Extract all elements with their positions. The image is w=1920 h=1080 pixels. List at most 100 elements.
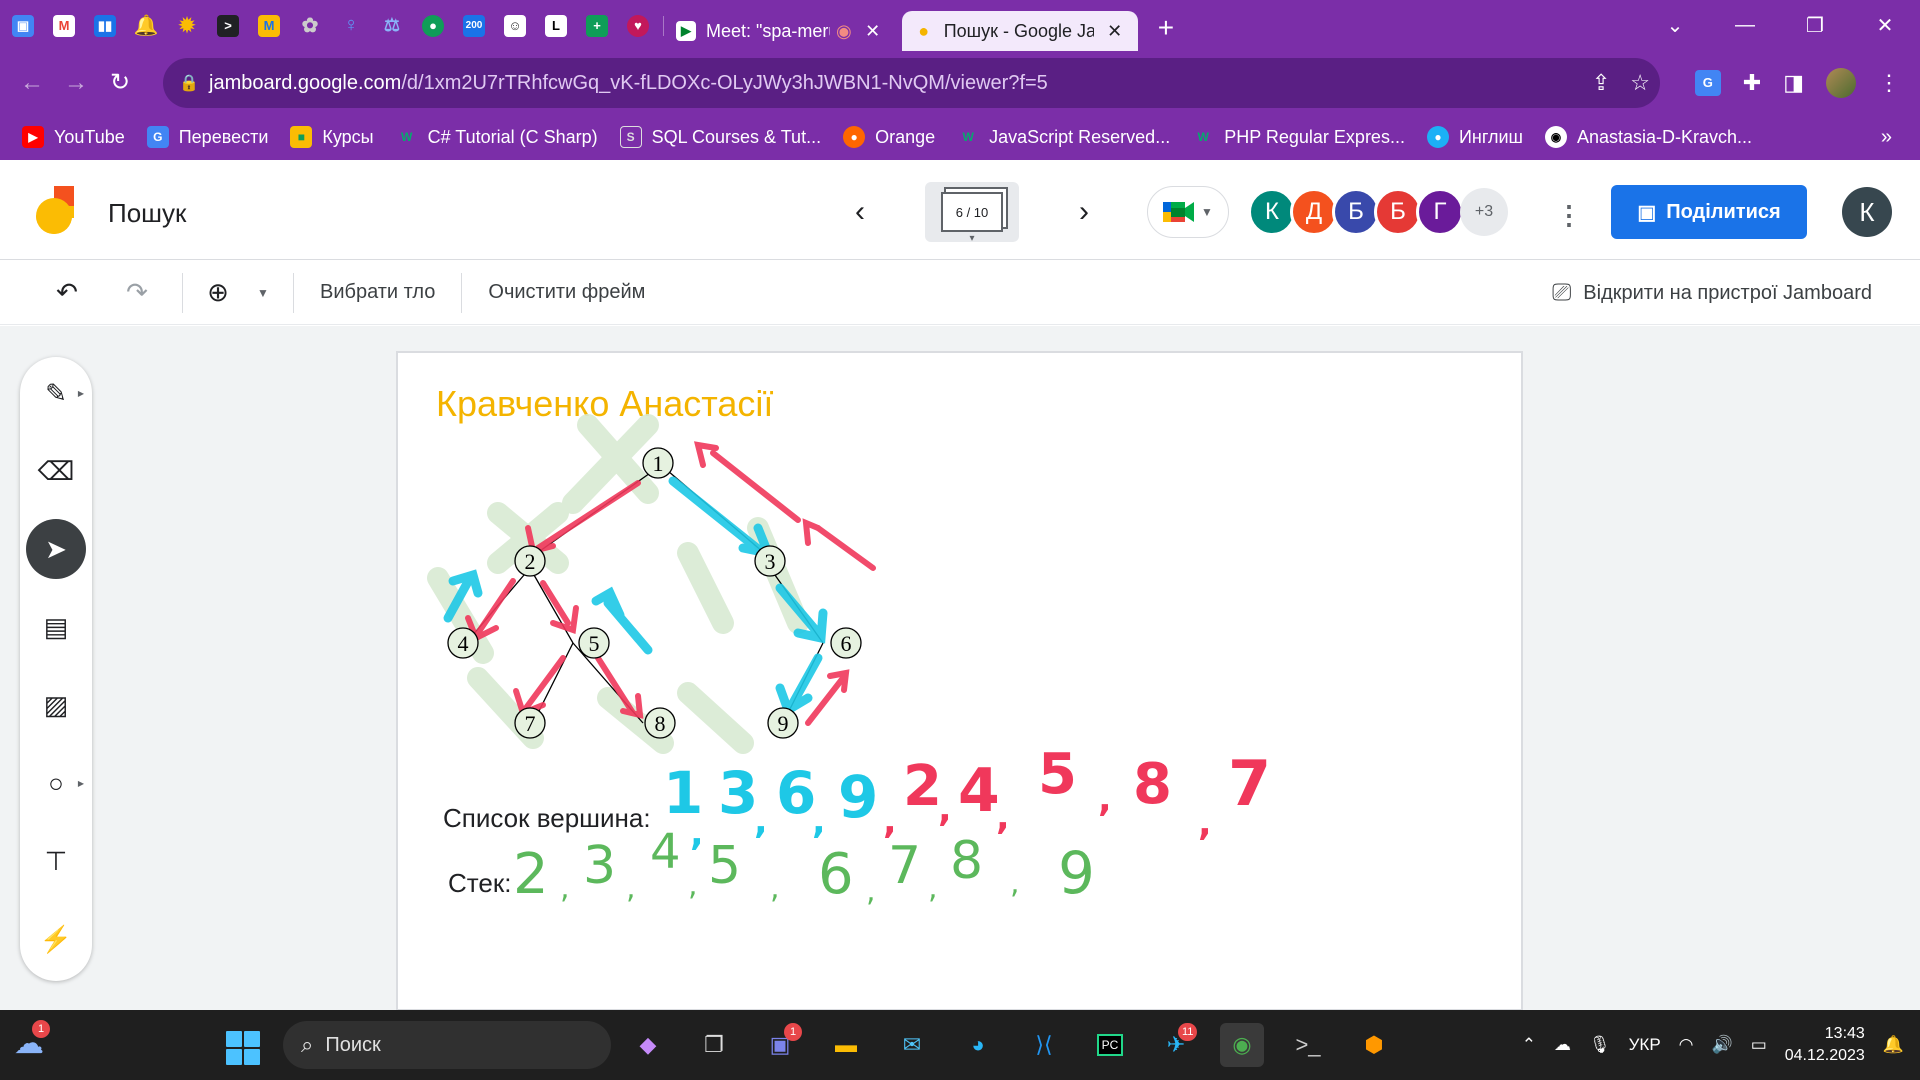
weather-widget[interactable]: ☁ 1 [14,1020,52,1064]
select-tool[interactable]: ➤ [26,519,86,579]
next-frame-icon[interactable]: › [1064,195,1104,229]
side-panel-icon[interactable]: ◨ [1783,70,1804,96]
tab-jamboard[interactable]: ● Пошук - Google Jamboard ✕ [901,11,1138,51]
user-avatar[interactable]: К [1842,187,1892,237]
collaborator-avatar[interactable]: Б [1332,188,1380,236]
undo-icon[interactable]: ↶ [32,277,102,308]
collaborator-avatar[interactable]: Д [1290,188,1338,236]
prev-frame-icon[interactable]: ‹ [840,195,880,229]
notification-bell-icon[interactable]: 🔔 [1883,1035,1904,1055]
text-box-tool[interactable]: ⊤ [26,831,86,891]
pen-tool[interactable]: ✎ ▶ [26,363,86,423]
volume-icon[interactable]: 🔊 [1712,1035,1733,1055]
redo-icon[interactable]: ↷ [102,277,172,308]
profile-avatar[interactable] [1826,67,1856,98]
bookmark-csharp[interactable]: W C# Tutorial (C Sharp) [396,126,598,148]
pinned-tab[interactable]: ☺ [497,8,533,44]
open-on-device-button[interactable]: ⎚ Відкрити на пристрої Jamboard [1552,261,1872,325]
forward-icon[interactable]: → [54,69,98,97]
taskbar-vpn[interactable]: ⬢ [1352,1023,1396,1067]
chevron-up-icon[interactable]: ⌃ [1522,1035,1536,1055]
tree-node-6[interactable]: 6 [830,627,862,659]
language-indicator[interactable]: УКР [1629,1035,1661,1055]
start-button[interactable] [226,1031,260,1065]
tree-node-7[interactable]: 7 [514,707,546,739]
zoom-dropdown-icon[interactable]: ▼ [243,286,283,300]
pinned-tab[interactable]: > [210,8,246,44]
pinned-tab[interactable]: ✿ [292,8,328,44]
pinned-tab[interactable]: M [46,8,82,44]
taskbar-explorer[interactable]: ▬ [824,1023,868,1067]
taskbar-telegram[interactable]: ✈ 11 [1154,1023,1198,1067]
pinned-tab[interactable]: M [251,8,287,44]
close-window-icon[interactable]: ✕ [1850,13,1920,38]
minimize-icon[interactable]: — [1710,14,1780,37]
pinned-tab[interactable]: L [538,8,574,44]
taskbar-chrome[interactable]: ◉ [1220,1023,1264,1067]
taskbar-copilot[interactable]: ◆ [626,1023,670,1067]
bookmark-english[interactable]: ● Инглиш [1426,126,1523,148]
onedrive-icon[interactable]: ☁ [1554,1035,1571,1055]
tree-node-3[interactable]: 3 [754,545,786,577]
document-title[interactable]: Пошук [108,198,186,229]
share-page-icon[interactable]: ⇪ [1592,70,1610,96]
pinned-tab[interactable]: ♀ [333,8,369,44]
meet-button[interactable]: ▼ [1147,186,1229,238]
more-collaborators[interactable]: +3 [1460,188,1508,236]
set-background-button[interactable]: Вибрати тло [304,281,451,304]
battery-icon[interactable]: ▭ [1751,1035,1767,1055]
pinned-tab[interactable]: ⚖ [374,8,410,44]
clock[interactable]: 13:43 04.12.2023 [1785,1023,1865,1067]
share-button[interactable]: ▣ Поділитися [1611,185,1807,239]
close-icon[interactable]: ✕ [1104,21,1126,42]
bookmark-github[interactable]: ◉ Anastasia-D-Kravch... [1545,126,1752,148]
pinned-tab[interactable]: ▮▮ [87,8,123,44]
restore-icon[interactable]: ❐ [1780,13,1850,38]
shape-tool[interactable]: ○ ▶ [26,753,86,813]
collaborator-avatar[interactable]: Б [1374,188,1422,236]
bookmarks-more-button[interactable]: » [1881,126,1892,149]
wifi-icon[interactable]: ◠ [1679,1035,1694,1055]
taskbar-search[interactable]: ⌕ Поиск [283,1021,611,1069]
lock-icon[interactable]: 🔒 [179,73,209,93]
taskbar-terminal[interactable]: >_ [1286,1023,1330,1067]
taskbar-teams[interactable]: ▣ 1 [758,1023,802,1067]
bookmark-youtube[interactable]: ▶ YouTube [22,126,125,148]
microphone-icon[interactable]: 🎙 [1589,1035,1611,1055]
tree-node-8[interactable]: 8 [644,707,676,739]
bookmark-star-icon[interactable]: ☆ [1630,70,1650,96]
tree-node-5[interactable]: 5 [578,627,610,659]
pinned-tab[interactable]: + [579,8,615,44]
tree-node-9[interactable]: 9 [767,707,799,739]
sticky-note-tool[interactable]: ▤ [26,597,86,657]
stack-label[interactable]: Стек: [448,868,511,899]
taskbar-mail[interactable]: ✉ [890,1023,934,1067]
pinned-tab[interactable]: ● [415,8,451,44]
jam-frame[interactable]: Кравченко Анастасії 1 2 3 4 5 6 7 8 9 1 … [396,351,1523,1011]
taskbar-taskview[interactable]: ❐ [692,1023,736,1067]
reload-icon[interactable]: ↻ [98,68,142,97]
frame-bar-toggle[interactable]: 6 / 10 ▾ [925,182,1019,244]
bookmark-php[interactable]: W PHP Regular Expres... [1192,126,1405,148]
bookmark-classroom[interactable]: ■ Курсы [290,126,374,148]
pinned-tab[interactable]: 🔔 [128,8,164,44]
eraser-tool[interactable]: ⌫ [26,441,86,501]
pinned-tab[interactable]: 200 [456,8,492,44]
tab-meet[interactable]: ▶ Meet: "spa-meru-u ◉ ✕ [664,11,896,51]
extensions-icon[interactable]: ✚ [1743,70,1761,96]
new-tab-button[interactable]: + [1158,12,1174,44]
laser-tool[interactable]: ⚡ [26,909,86,969]
vertex-list-label[interactable]: Список вершина: [443,803,651,834]
collaborator-avatar[interactable]: К [1248,188,1296,236]
image-tool[interactable]: ▨ [26,675,86,735]
taskbar-pycharm[interactable]: PC [1088,1023,1132,1067]
pinned-tab[interactable]: ✹ [169,8,205,44]
zoom-icon[interactable]: ⊕ [193,277,243,308]
more-options-icon[interactable]: ⋮ [1556,200,1582,231]
clear-frame-button[interactable]: Очистити фрейм [472,281,661,304]
tree-node-4[interactable]: 4 [447,627,479,659]
pinned-tab[interactable]: ♥ [620,8,656,44]
back-icon[interactable]: ← [10,69,54,97]
translate-extension-icon[interactable]: G [1694,69,1721,96]
collaborator-avatar[interactable]: Г [1416,188,1464,236]
